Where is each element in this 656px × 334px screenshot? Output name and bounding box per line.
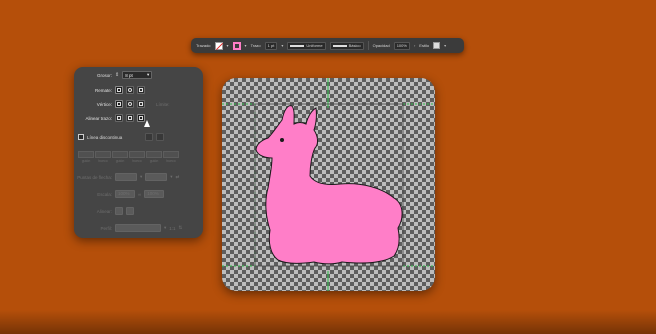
mouse-cursor-icon bbox=[144, 120, 150, 127]
arrow-align-label: Alinear: bbox=[96, 208, 112, 214]
arrow-tip-at-end-button[interactable] bbox=[126, 207, 134, 215]
profile-row: Perfil: ▾ 1:1 ⇅ bbox=[74, 224, 182, 232]
align-center-button[interactable] bbox=[115, 114, 123, 122]
corner-row: Vértice: Límite: bbox=[74, 100, 170, 108]
dash-labels: guión hueco guión hueco guión hueco bbox=[78, 159, 179, 163]
chevron-down-icon[interactable]: ▾ bbox=[170, 174, 172, 180]
stroke-swatch[interactable] bbox=[232, 41, 241, 50]
chevron-down-icon[interactable]: ▾ bbox=[281, 43, 283, 48]
artboard[interactable] bbox=[222, 78, 435, 291]
end-arrowhead-select[interactable] bbox=[145, 173, 168, 181]
stroke-link[interactable]: Trazo bbox=[251, 43, 261, 48]
brush-definition[interactable]: Básico bbox=[329, 41, 364, 50]
dash-label: guión bbox=[115, 159, 125, 163]
link-scale-icon[interactable]: ∞ bbox=[138, 192, 141, 197]
opacity-value: 100% bbox=[396, 43, 407, 48]
gap-field-3[interactable] bbox=[163, 151, 179, 158]
dashed-line-checkbox[interactable] bbox=[78, 134, 84, 140]
dash-field-3[interactable] bbox=[146, 151, 162, 158]
end-scale-input[interactable]: 100% bbox=[144, 190, 165, 198]
scale-row: Escala: 100% ∞ 100% bbox=[74, 190, 165, 198]
flip-profile-icon[interactable]: ⇅ bbox=[179, 225, 183, 231]
variable-width-profile[interactable]: Uniforme bbox=[287, 41, 326, 50]
arrowheads-label: Puntas de flecha: bbox=[77, 174, 112, 180]
divider bbox=[367, 41, 369, 50]
stroke-weight-field[interactable]: 1 pt bbox=[264, 41, 278, 50]
dashed-row: Línea discontinua bbox=[78, 133, 165, 141]
start-scale-input[interactable]: 100% bbox=[115, 190, 135, 198]
opacity-field[interactable]: 100% bbox=[393, 41, 410, 50]
brush-label: Básico bbox=[348, 43, 361, 48]
align-inside-button[interactable] bbox=[126, 114, 134, 122]
control-bar: Trazado ▾ ▾ Trazo 1 pt ▾ Uniforme Básico… bbox=[191, 38, 464, 53]
weight-input[interactable]: 8 pt ▾ bbox=[122, 71, 153, 79]
profile-ratio: 1:1 bbox=[169, 225, 176, 231]
weight-row: Grosor: ⇕ 8 pt ▾ bbox=[74, 71, 153, 79]
dash-field-2[interactable] bbox=[112, 151, 128, 158]
corner-label: Vértice: bbox=[96, 101, 112, 107]
object-type-label: Trazado bbox=[196, 43, 211, 48]
profile-label: Uniforme bbox=[306, 43, 323, 48]
align-row: Alinear trazo: bbox=[74, 114, 145, 122]
dash-field-1[interactable] bbox=[78, 151, 94, 158]
llama-eye bbox=[280, 138, 284, 142]
round-cap-button[interactable] bbox=[126, 86, 134, 94]
dash-exact-button[interactable] bbox=[145, 133, 154, 141]
miter-join-button[interactable] bbox=[115, 100, 123, 108]
gap-label: hueco bbox=[132, 159, 142, 163]
canvas-layer bbox=[222, 78, 435, 291]
opacity-label[interactable]: Opacidad bbox=[373, 43, 390, 48]
start-arrowhead-select[interactable] bbox=[115, 173, 137, 181]
align-stroke-label: Alinear trazo: bbox=[85, 115, 112, 121]
cap-row: Remate: bbox=[74, 86, 145, 94]
chevron-down-icon[interactable]: ▾ bbox=[444, 43, 446, 48]
limit-label: Límite: bbox=[156, 101, 170, 107]
dashed-line-label: Línea discontinua bbox=[87, 134, 123, 140]
weight-label: Grosor: bbox=[96, 72, 112, 78]
dash-label: guión bbox=[81, 159, 91, 163]
projecting-cap-button[interactable] bbox=[137, 86, 145, 94]
swap-arrowheads-icon[interactable]: ⇄ bbox=[176, 174, 180, 180]
style-label: Estilo bbox=[419, 43, 430, 48]
gap-field-1[interactable] bbox=[95, 151, 111, 158]
cap-label: Remate: bbox=[94, 87, 112, 93]
dash-fields bbox=[78, 151, 179, 158]
chevron-down-icon[interactable]: ▾ bbox=[140, 174, 142, 180]
chevron-down-icon[interactable]: ▾ bbox=[164, 225, 166, 231]
scale-label: Escala: bbox=[97, 191, 112, 197]
brush-preview bbox=[332, 44, 347, 47]
llama-shape[interactable] bbox=[255, 105, 403, 265]
dash-label: guión bbox=[149, 159, 159, 163]
gap-field-2[interactable] bbox=[129, 151, 145, 158]
chevron-down-icon[interactable]: ▾ bbox=[147, 72, 149, 78]
bottom-shadow bbox=[0, 310, 656, 334]
gap-label: hueco bbox=[166, 159, 176, 163]
gap-label: hueco bbox=[98, 159, 108, 163]
chevron-down-icon[interactable]: ▾ bbox=[245, 43, 247, 48]
arrow-tip-beyond-button[interactable] bbox=[115, 207, 123, 215]
arrow-align-row: Alinear: bbox=[74, 207, 134, 215]
profile-preview bbox=[290, 44, 305, 47]
weight-value: 8 pt bbox=[125, 72, 133, 78]
profile-select[interactable] bbox=[115, 224, 161, 232]
profile-label: Perfil: bbox=[100, 225, 112, 231]
round-join-button[interactable] bbox=[126, 100, 134, 108]
graphic-style-swatch[interactable] bbox=[433, 42, 441, 49]
butt-cap-button[interactable] bbox=[115, 86, 123, 94]
chevron-down-icon[interactable]: ▾ bbox=[227, 43, 229, 48]
chevron-right-icon[interactable]: › bbox=[414, 43, 415, 48]
fill-swatch[interactable] bbox=[214, 41, 223, 50]
stroke-weight-value: 1 pt bbox=[267, 43, 275, 48]
bevel-join-button[interactable] bbox=[137, 100, 145, 108]
arrowheads-row: Puntas de flecha: ▾ ▾ ⇄ bbox=[74, 173, 179, 181]
stroke-panel: Grosor: ⇕ 8 pt ▾ Remate: Vértice: Límite… bbox=[74, 67, 203, 238]
weight-stepper[interactable]: ⇕ bbox=[115, 72, 119, 78]
dash-align-button[interactable] bbox=[156, 133, 165, 141]
